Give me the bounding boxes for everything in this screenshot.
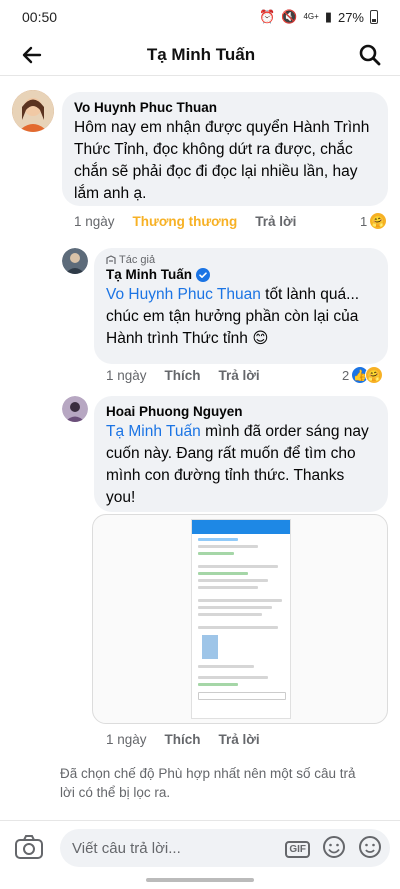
- page-title: Tạ Minh Tuấn: [146, 44, 256, 64]
- comment-actions: 1 ngày Thích Trả lời: [106, 732, 278, 747]
- care-emoji-icon: 🤗: [369, 212, 388, 230]
- composer-icons: GIF: [285, 835, 382, 863]
- order-screenshot-image: [191, 519, 291, 719]
- reaction-summary[interactable]: 2 👍 🤗: [342, 366, 384, 384]
- reply-button[interactable]: Trả lời: [219, 368, 260, 383]
- avatar[interactable]: [62, 396, 88, 422]
- comment-text: Hôm nay em nhận được quyển Hành Trình Th…: [74, 119, 370, 202]
- image-attachment[interactable]: [92, 514, 388, 724]
- status-bar: 00:50 ⏰ 🔇 4G+ ▮ 27%: [0, 0, 400, 34]
- reply-button[interactable]: Trả lời: [255, 214, 296, 229]
- comment-bubble: Vo Huynh Phuc Thuan Hôm nay em nhận được…: [62, 92, 388, 206]
- comment-actions: 1 ngày Thương thương Trả lời: [74, 214, 314, 229]
- comment-text: Vo Huynh Phuc Thuan tốt lành quá... chúc…: [106, 284, 376, 350]
- back-arrow-icon: [22, 46, 42, 63]
- comment-time[interactable]: 1 ngày: [106, 732, 147, 747]
- reaction-button[interactable]: Thương thương: [133, 214, 238, 229]
- gif-button[interactable]: GIF: [285, 840, 310, 858]
- mute-icon: 🔇: [281, 9, 298, 24]
- comment-time[interactable]: 1 ngày: [106, 368, 147, 383]
- comment-bubble: Tác giả Tạ Minh Tuấn Vo Huynh Phuc Thuan…: [94, 248, 388, 364]
- comment-author[interactable]: Tạ Minh Tuấn: [106, 267, 376, 282]
- reply-composer: Viết câu trả lời... GIF: [0, 820, 400, 872]
- search-icon: [359, 44, 381, 65]
- network-label: 4G+: [303, 12, 319, 21]
- sticker-icon: [323, 836, 345, 858]
- avatar[interactable]: [12, 90, 54, 132]
- verified-icon: [196, 267, 210, 282]
- author-badge-label: Tác giả: [119, 254, 156, 266]
- comment-author[interactable]: Vo Huynh Phuc Thuan: [74, 100, 376, 115]
- comment-author-name: Tạ Minh Tuấn: [106, 267, 192, 282]
- alarm-icon: ⏰: [259, 9, 276, 24]
- header: Tạ Minh Tuấn: [0, 34, 400, 76]
- status-icons: ⏰ 🔇 4G+ ▮ 27%: [259, 9, 378, 25]
- mention-link[interactable]: Vo Huynh Phuc Thuan: [106, 286, 261, 303]
- home-indicator[interactable]: [146, 878, 254, 882]
- emoji-button[interactable]: [358, 835, 382, 863]
- status-time: 00:50: [22, 9, 58, 25]
- search-button[interactable]: [354, 39, 386, 71]
- author-badge-icon: [106, 255, 116, 264]
- camera-button[interactable]: [14, 833, 44, 866]
- comment-text: Tạ Minh Tuấn mình đã order sáng nay cuốn…: [106, 421, 376, 509]
- sticker-button[interactable]: [322, 835, 346, 863]
- mention-link[interactable]: Tạ Minh Tuấn: [106, 423, 201, 440]
- reaction-count: 2: [342, 367, 350, 383]
- author-badge: Tác giả: [106, 254, 376, 266]
- avatar[interactable]: [62, 248, 88, 274]
- comment-actions: 1 ngày Thích Trả lời: [106, 368, 278, 383]
- filter-note: Đã chọn chế độ Phù hợp nhất nên một số c…: [60, 766, 356, 800]
- care-emoji-icon: 🤗: [365, 366, 384, 384]
- comment-time[interactable]: 1 ngày: [74, 214, 115, 229]
- reaction-summary[interactable]: 1 🤗: [360, 212, 388, 230]
- like-button[interactable]: Thích: [165, 732, 201, 747]
- back-button[interactable]: [16, 39, 48, 71]
- reply-button[interactable]: Trả lời: [219, 732, 260, 747]
- signal-icon: ▮: [324, 9, 332, 24]
- like-button[interactable]: Thích: [165, 368, 201, 383]
- comment-bubble: Hoai Phuong Nguyen Tạ Minh Tuấn mình đã …: [94, 396, 388, 512]
- battery-icon: [370, 10, 378, 24]
- camera-icon: [15, 835, 43, 859]
- reply-input[interactable]: Viết câu trả lời... GIF: [60, 829, 390, 867]
- smile-icon: [359, 836, 381, 858]
- comment-author[interactable]: Hoai Phuong Nguyen: [106, 404, 376, 419]
- battery-percent: 27%: [337, 9, 364, 25]
- reaction-count: 1: [360, 213, 368, 229]
- reply-input-placeholder: Viết câu trả lời...: [72, 839, 181, 857]
